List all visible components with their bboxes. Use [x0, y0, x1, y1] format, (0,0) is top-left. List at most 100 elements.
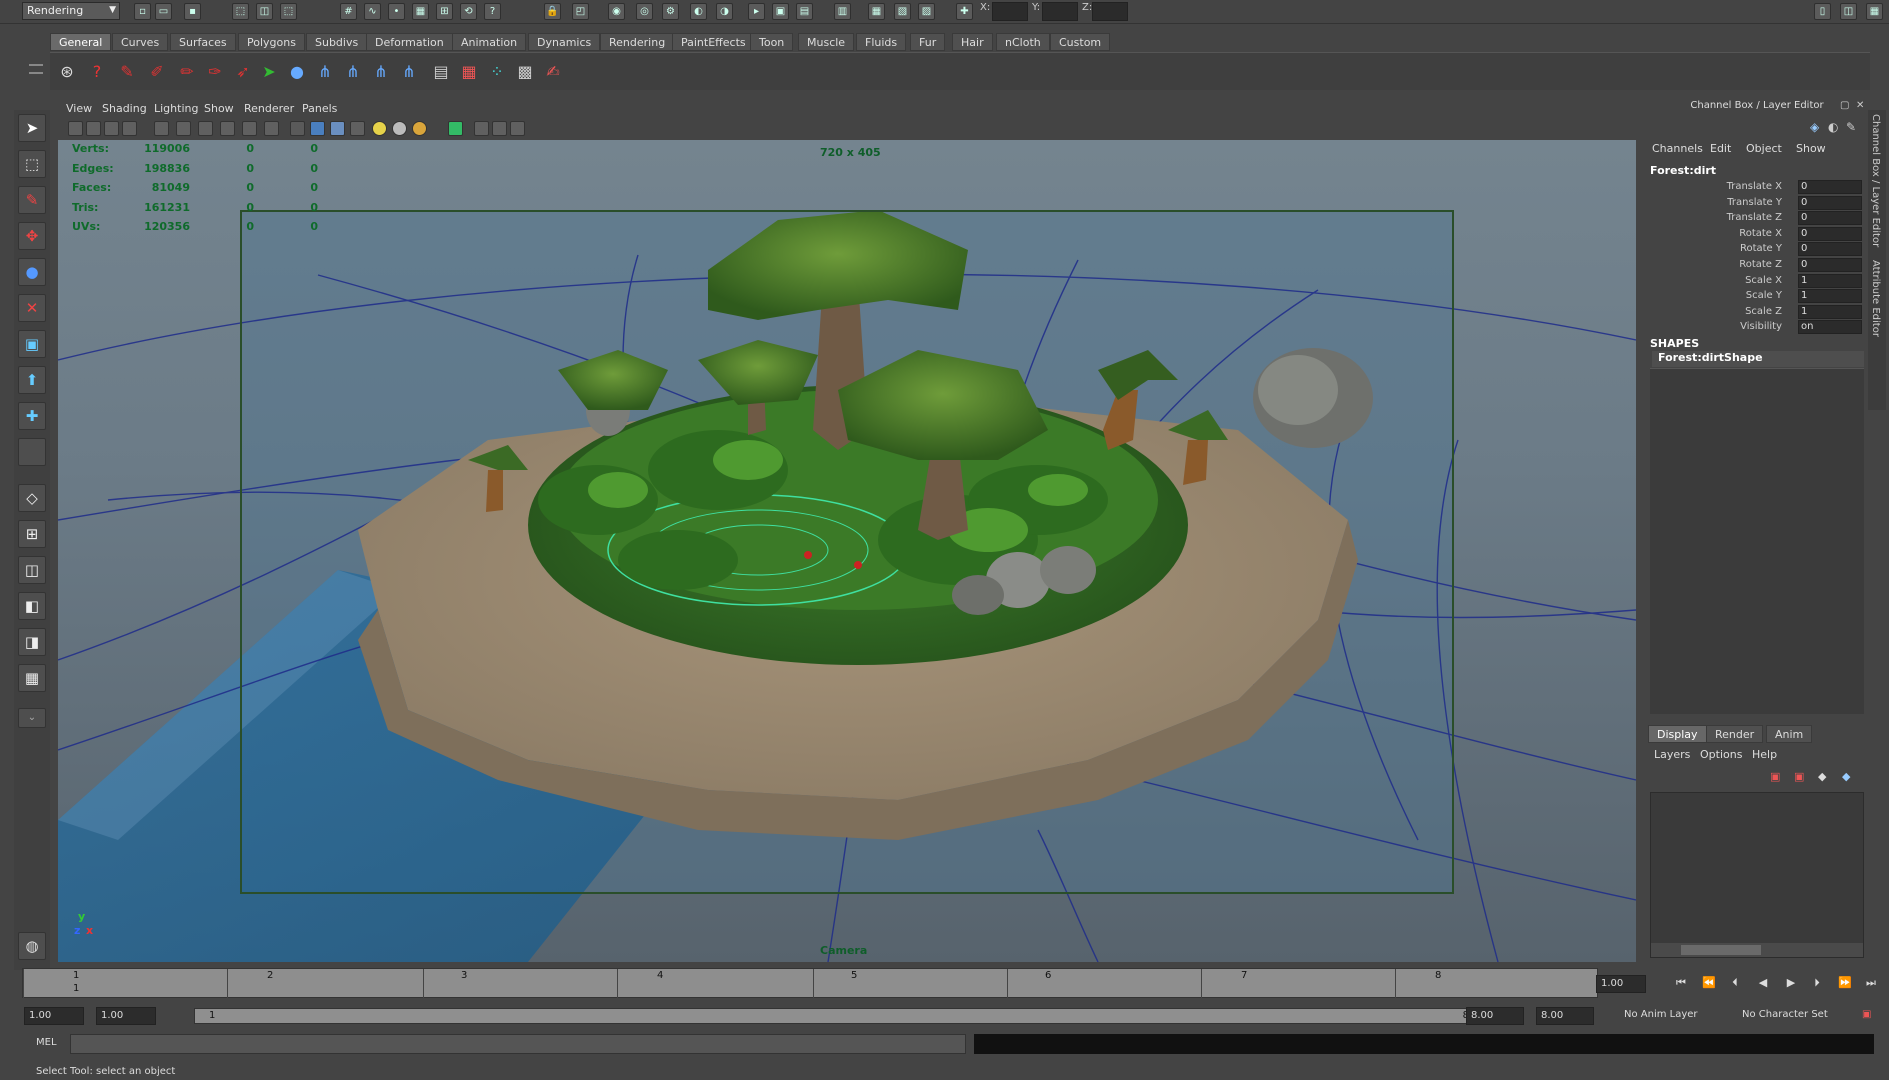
step-forward-key-icon[interactable]: ⏵	[1808, 976, 1826, 994]
tab-render[interactable]: Render	[1706, 725, 1764, 743]
rename-icon[interactable]: ▣	[772, 3, 789, 20]
channel-value-field[interactable]: 0	[1798, 180, 1862, 194]
play-backwards-icon[interactable]: ◀	[1754, 976, 1772, 994]
shade-wire-icon[interactable]	[330, 121, 345, 136]
coord-y-field[interactable]	[1042, 2, 1078, 21]
move-layer-down-icon[interactable]: ◆	[1842, 770, 1850, 783]
open-scene-icon[interactable]: ▭	[155, 3, 172, 20]
menu-channels[interactable]: Channels	[1652, 142, 1703, 155]
anim-layer-dropdown[interactable]: No Anim Layer	[1620, 1007, 1716, 1025]
sphere-icon[interactable]: ●	[284, 59, 310, 85]
channel-row[interactable]: Scale X 1	[1650, 273, 1862, 290]
tab-custom[interactable]: Custom	[1050, 33, 1111, 51]
outliner-icon[interactable]: ▤	[796, 3, 813, 20]
isolate-select-icon[interactable]	[448, 121, 463, 136]
default-light-icon[interactable]	[372, 121, 387, 136]
step-forward-frame-icon[interactable]: ⏩	[1836, 976, 1854, 994]
new-scene-icon[interactable]: ▫	[134, 3, 151, 20]
tab-subdivs[interactable]: Subdivs	[306, 33, 368, 51]
bookmarks-icon[interactable]	[104, 121, 119, 136]
persp-outliner-layout-icon[interactable]: ◫	[18, 556, 46, 584]
save-scene-icon[interactable]: ▪	[184, 3, 201, 20]
cache-red-icon[interactable]: ▦	[456, 59, 482, 85]
step-back-key-icon[interactable]: ⏴	[1726, 976, 1744, 994]
tab-dynamics[interactable]: Dynamics	[528, 33, 601, 51]
select-object-icon[interactable]: ◫	[256, 3, 273, 20]
menu-options[interactable]: Options	[1700, 748, 1742, 761]
textured-icon[interactable]	[350, 121, 365, 136]
layer-list[interactable]	[1650, 792, 1864, 958]
smooth-icon[interactable]: ✑	[202, 59, 228, 85]
xray-icon[interactable]	[474, 121, 489, 136]
rotate-tool-icon[interactable]: ●	[18, 258, 46, 286]
tab-surfaces[interactable]: Surfaces	[170, 33, 236, 51]
snap-point-icon[interactable]: •	[388, 3, 405, 20]
side-tab-channel-box[interactable]: Channel Box / Layer Editor	[1870, 114, 1881, 247]
menu-shading[interactable]: Shading	[102, 102, 147, 115]
animation-start-field[interactable]: 1.00	[24, 1007, 84, 1025]
coord-x-field[interactable]	[992, 2, 1028, 21]
soft-modification-icon[interactable]: ⬆	[18, 366, 46, 394]
tab-curves[interactable]: Curves	[112, 33, 169, 51]
film-gate-icon[interactable]	[176, 121, 191, 136]
fluid-container-icon[interactable]: ▩	[512, 59, 538, 85]
paint-select-icon[interactable]: ✐	[144, 59, 170, 85]
menu-object[interactable]: Object	[1746, 142, 1782, 155]
new-layer-icon[interactable]: ▣	[1770, 770, 1780, 783]
channel-row[interactable]: Scale Y 1	[1650, 289, 1862, 305]
paint-select-tool-icon[interactable]: ✎	[18, 186, 46, 214]
input-line-icon[interactable]: ▸	[748, 3, 765, 20]
ipr-render-icon[interactable]: ◎	[636, 3, 653, 20]
lasso-tool-icon[interactable]: ⬚	[18, 150, 46, 178]
scale-tool-icon[interactable]: ✕	[18, 294, 46, 322]
joint-hierarchy-icon[interactable]: ⋔	[312, 59, 338, 85]
layout-icon[interactable]: ▯	[1814, 3, 1831, 20]
persp-hypershade-layout-icon[interactable]: ◨	[18, 628, 46, 656]
grid-toggle-icon[interactable]	[154, 121, 169, 136]
image-plane-icon[interactable]	[122, 121, 137, 136]
lasso-icon[interactable]: ➶	[230, 59, 256, 85]
command-input[interactable]	[70, 1034, 966, 1054]
persp-graph-hypergraph-layout-icon[interactable]: ▦	[18, 664, 46, 692]
tab-muscle[interactable]: Muscle	[798, 33, 855, 51]
time-slider[interactable]: 1 1 2 3 4 5 6 7 8	[22, 968, 1598, 999]
tab-painteffects[interactable]: PaintEffects	[672, 33, 755, 51]
single-perspective-layout-icon[interactable]: ◇	[18, 484, 46, 512]
xray-joints-icon[interactable]	[492, 121, 507, 136]
lock-icon[interactable]: 🔒	[544, 3, 561, 20]
go-to-end-icon[interactable]: ⏭	[1862, 976, 1880, 994]
channel-row[interactable]: Rotate Z 0	[1650, 257, 1862, 274]
toolbox-expand-icon[interactable]: ⌄	[18, 708, 46, 728]
paint-brush-icon[interactable]: ✍	[540, 59, 566, 85]
snap-plane-icon[interactable]: ▦	[412, 3, 429, 20]
tab-animation[interactable]: Animation	[452, 33, 527, 51]
history-icon[interactable]: ⟲	[460, 3, 477, 20]
menu-set-selector[interactable]: Rendering ▼	[22, 2, 120, 20]
select-tool-icon[interactable]: ➤	[18, 114, 46, 142]
layout-grid-icon[interactable]: ▦	[1866, 3, 1883, 20]
range-slider[interactable]: 1 8	[194, 1008, 1484, 1024]
tab-hair[interactable]: Hair	[952, 33, 993, 51]
menu-panels[interactable]: Panels	[302, 102, 337, 115]
channel-row[interactable]: Scale Z 1	[1650, 304, 1862, 321]
step-back-frame-icon[interactable]: ⏪	[1700, 976, 1718, 994]
channel-row[interactable]: Rotate Y 0	[1650, 242, 1862, 258]
tab-display[interactable]: Display	[1648, 725, 1707, 743]
tab-ncloth[interactable]: nCloth	[996, 33, 1050, 51]
tab-deformation[interactable]: Deformation	[366, 33, 453, 51]
menu-show[interactable]: Show	[1796, 142, 1826, 155]
snap-grid-icon[interactable]: #	[340, 3, 357, 20]
brush-red-icon[interactable]: ✎	[114, 59, 140, 85]
menu-layers[interactable]: Layers	[1654, 748, 1690, 761]
help-icon[interactable]: ?	[484, 3, 501, 20]
safe-action-icon[interactable]	[264, 121, 279, 136]
camera-attributes-icon[interactable]	[86, 121, 101, 136]
tab-toon[interactable]: Toon	[750, 33, 794, 51]
tab-anim[interactable]: Anim	[1766, 725, 1813, 743]
auto-key-icon[interactable]: ▣	[1858, 1007, 1882, 1025]
channel-value-field[interactable]: 0	[1798, 226, 1862, 241]
side-tab-attribute-editor[interactable]: Attribute Editor	[1870, 260, 1881, 337]
playback-end-field[interactable]: 8.00	[1466, 1007, 1524, 1025]
field-chart-icon[interactable]	[242, 121, 257, 136]
command-language-label[interactable]: MEL	[36, 1037, 57, 1048]
